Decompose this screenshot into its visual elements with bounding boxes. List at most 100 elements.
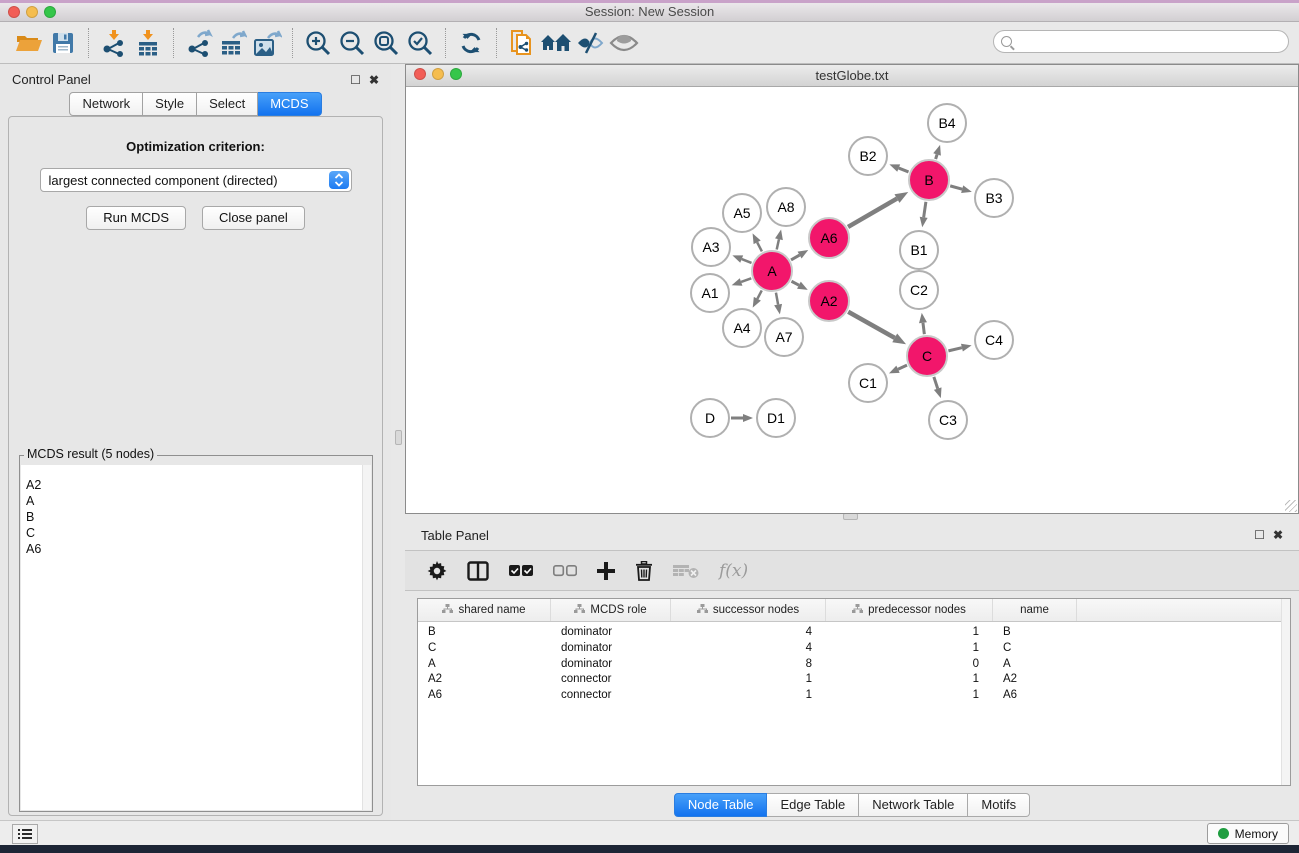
- table-cell[interactable]: A: [418, 657, 551, 673]
- table-cell[interactable]: connector: [551, 688, 671, 704]
- table-cell[interactable]: B: [418, 625, 551, 641]
- graph-node-C2[interactable]: C2: [899, 270, 939, 310]
- graph-node-A2[interactable]: A2: [808, 280, 850, 322]
- task-history-button[interactable]: [12, 824, 38, 844]
- run-mcds-button[interactable]: Run MCDS: [86, 206, 186, 230]
- graph-edge-A-A8[interactable]: [777, 239, 779, 249]
- graph-edge-A2-C[interactable]: [848, 312, 895, 338]
- show-eye-icon[interactable]: [607, 27, 641, 59]
- select-all-columns-icon[interactable]: [509, 565, 533, 577]
- table-cell[interactable]: C: [993, 641, 1077, 657]
- graph-node-A6[interactable]: A6: [808, 217, 850, 259]
- close-panel-button[interactable]: Close panel: [202, 206, 305, 230]
- clone-network-icon[interactable]: [505, 27, 539, 59]
- graph-node-A3[interactable]: A3: [691, 227, 731, 267]
- result-item[interactable]: A: [22, 493, 361, 509]
- save-session-icon[interactable]: [46, 27, 80, 59]
- result-list-scrollbar[interactable]: [362, 465, 371, 810]
- column-header-name[interactable]: name: [993, 599, 1077, 621]
- zoom-fit-icon[interactable]: [369, 27, 403, 59]
- network-window-titlebar[interactable]: testGlobe.txt: [406, 65, 1298, 87]
- table-cell[interactable]: 1: [671, 688, 826, 704]
- column-header-shared-name[interactable]: shared name: [418, 599, 551, 621]
- table-cell[interactable]: 1: [826, 625, 993, 641]
- graph-edge-C-C2[interactable]: [923, 323, 924, 334]
- graph-edge-A6-B[interactable]: [848, 199, 897, 227]
- zoom-in-icon[interactable]: [301, 27, 335, 59]
- table-cell[interactable]: A: [993, 657, 1077, 673]
- graph-node-C3[interactable]: C3: [928, 400, 968, 440]
- graph-node-C[interactable]: C: [906, 335, 948, 377]
- horizontal-splitter-handle[interactable]: [843, 513, 858, 520]
- graph-node-B1[interactable]: B1: [899, 230, 939, 270]
- tab-network[interactable]: Network: [69, 92, 143, 116]
- search-input[interactable]: [1016, 35, 1288, 49]
- network-canvas[interactable]: B4B2BB3A8A5A6A3B1AC2A1A2A4A7C4CC1DD1C3: [406, 88, 1298, 513]
- tab-node-table[interactable]: Node Table: [674, 793, 768, 817]
- minimize-window-icon[interactable]: [26, 6, 38, 18]
- graph-edge-C-C4[interactable]: [948, 348, 962, 351]
- network-close-icon[interactable]: [414, 68, 426, 80]
- graph-node-B4[interactable]: B4: [927, 103, 967, 143]
- graph-node-B3[interactable]: B3: [974, 178, 1014, 218]
- toggle-column-panel-icon[interactable]: [467, 561, 489, 581]
- table-cell[interactable]: C: [418, 641, 551, 657]
- table-cell[interactable]: dominator: [551, 641, 671, 657]
- table-cell[interactable]: 1: [671, 672, 826, 688]
- column-header-MCDS-role[interactable]: MCDS role: [551, 599, 671, 621]
- hide-glyphs-eye-icon[interactable]: [573, 27, 607, 59]
- graph-node-C1[interactable]: C1: [848, 363, 888, 403]
- export-network-icon[interactable]: [182, 27, 216, 59]
- tab-select[interactable]: Select: [197, 92, 258, 116]
- column-header-successor-nodes[interactable]: successor nodes: [671, 599, 826, 621]
- result-item[interactable]: A2: [22, 477, 361, 493]
- graph-edge-A-A3[interactable]: [742, 259, 752, 263]
- close-panel-icon[interactable]: ✖: [369, 73, 379, 87]
- memory-button[interactable]: Memory: [1207, 823, 1289, 844]
- result-item[interactable]: B: [22, 509, 361, 525]
- graph-edge-A-A6[interactable]: [791, 255, 800, 260]
- export-table-icon[interactable]: [216, 27, 250, 59]
- table-row[interactable]: Adominator80A: [418, 657, 1290, 673]
- mcds-result-list[interactable]: A2ABCA6: [21, 465, 371, 810]
- tab-motifs[interactable]: Motifs: [968, 793, 1030, 817]
- graph-node-D1[interactable]: D1: [756, 398, 796, 438]
- table-row[interactable]: A2connector11A2: [418, 672, 1290, 688]
- home-network-icon[interactable]: [539, 27, 573, 59]
- float-panel-icon[interactable]: ☐: [350, 73, 361, 87]
- graph-node-A4[interactable]: A4: [722, 308, 762, 348]
- graph-node-A[interactable]: A: [751, 250, 793, 292]
- graph-edge-A-A5[interactable]: [757, 242, 762, 251]
- float-table-panel-icon[interactable]: ☐: [1254, 528, 1265, 542]
- graph-node-C4[interactable]: C4: [974, 320, 1014, 360]
- table-scrollbar[interactable]: [1281, 599, 1290, 785]
- tab-edge-table[interactable]: Edge Table: [767, 793, 859, 817]
- graph-node-D[interactable]: D: [690, 398, 730, 438]
- refresh-icon[interactable]: [454, 27, 488, 59]
- function-builder-icon[interactable]: f(x): [719, 561, 748, 581]
- export-image-icon[interactable]: [250, 27, 284, 59]
- table-cell[interactable]: dominator: [551, 625, 671, 641]
- graph-node-A8[interactable]: A8: [766, 187, 806, 227]
- zoom-selected-icon[interactable]: [403, 27, 437, 59]
- graph-edge-A-A1[interactable]: [741, 278, 751, 282]
- deselect-all-columns-icon[interactable]: [553, 565, 577, 577]
- graph-edge-A-A2[interactable]: [791, 281, 798, 285]
- table-cell[interactable]: dominator: [551, 657, 671, 673]
- result-item[interactable]: A6: [22, 541, 361, 557]
- graph-node-A1[interactable]: A1: [690, 273, 730, 313]
- graph-edge-A-A7[interactable]: [776, 293, 778, 305]
- import-table-icon[interactable]: [131, 27, 165, 59]
- table-cell[interactable]: A6: [418, 688, 551, 704]
- resize-grip-icon[interactable]: [1285, 500, 1297, 512]
- tab-style[interactable]: Style: [143, 92, 197, 116]
- graph-node-A7[interactable]: A7: [764, 317, 804, 357]
- window-titlebar[interactable]: Session: New Session: [0, 3, 1299, 22]
- tab-mcds[interactable]: MCDS: [258, 92, 321, 116]
- table-cell[interactable]: 1: [826, 688, 993, 704]
- table-row[interactable]: A6connector11A6: [418, 688, 1290, 704]
- network-zoom-icon[interactable]: [450, 68, 462, 80]
- optimization-criterion-dropdown[interactable]: largest connected component (directed): [40, 168, 352, 192]
- table-cell[interactable]: 0: [826, 657, 993, 673]
- graph-edge-C-C1[interactable]: [898, 365, 907, 369]
